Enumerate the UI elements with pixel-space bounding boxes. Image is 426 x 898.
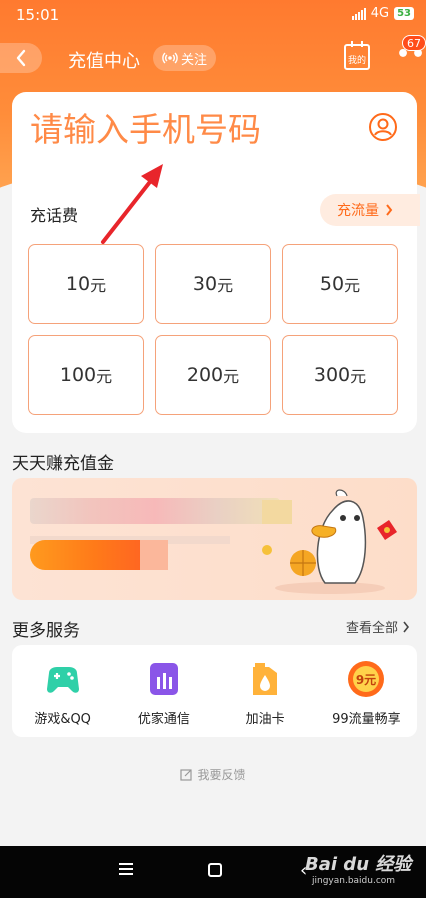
signal-bars-icon (149, 663, 178, 695)
amount-unit: 元 (96, 367, 113, 386)
recent-apps-icon[interactable] (119, 863, 133, 875)
amount-unit: 元 (90, 276, 107, 295)
amount-value: 100 (59, 364, 97, 386)
top-navigation: 充值中心 关注 我的 ••• 67 (0, 35, 426, 78)
amount-unit: 元 (217, 276, 234, 295)
service-games-qq[interactable]: 游戏&QQ (15, 659, 111, 737)
edit-icon (180, 769, 193, 781)
duck-mascot-icon (262, 489, 397, 594)
amount-value: 50 (319, 273, 345, 295)
feedback-label: 我要反馈 (197, 768, 246, 782)
home-icon[interactable] (208, 863, 222, 877)
amount-grid: 10 元 30 元 50 元 100 元 200 元 300 元 (28, 244, 400, 415)
contacts-icon[interactable] (368, 112, 398, 142)
back-button[interactable] (0, 43, 42, 73)
my-orders-button[interactable]: 我的 (344, 41, 370, 70)
chevron-right-icon (403, 621, 410, 632)
service-label: 99流量畅享 (332, 712, 401, 727)
view-all-label: 查看全部 (346, 621, 399, 636)
amount-unit: 元 (350, 367, 367, 386)
services-row: 游戏&QQ 优家通信 加油卡 9元 99流量畅享 (12, 645, 417, 737)
amount-unit: 元 (223, 367, 240, 386)
view-all-link[interactable]: 查看全部 (346, 617, 410, 636)
page-title: 充值中心 (68, 51, 140, 72)
service-fuel-card[interactable]: 加油卡 (217, 659, 313, 737)
fuel-drop-icon (253, 663, 278, 695)
service-99-data[interactable]: 9元 99流量畅享 (318, 659, 414, 737)
service-label: 加油卡 (245, 712, 285, 727)
amount-value: 200 (186, 364, 224, 386)
broadcast-icon (162, 52, 178, 64)
annotation-arrow-icon (101, 164, 163, 244)
amount-option-10[interactable]: 10 元 (28, 244, 144, 324)
amount-value: 300 (313, 364, 351, 386)
battery-icon: 53 (394, 7, 414, 20)
data-recharge-button[interactable]: 充流量 (320, 194, 420, 226)
recharge-card: 充话费 充流量 10元 30元 50元 100元 200元 300元 (12, 92, 420, 433)
service-label: 游戏&QQ (34, 712, 91, 727)
service-label: 优家通信 (137, 712, 190, 727)
nine-yuan-badge-icon: 9元 (348, 661, 385, 697)
gamepad-icon (46, 667, 79, 693)
baidu-watermark: Bai du 经验 (305, 854, 412, 875)
follow-label: 关注 (181, 52, 208, 68)
earn-section-title: 天天赚充值金 (12, 454, 114, 474)
data-recharge-label: 充流量 (337, 203, 379, 219)
feedback-link[interactable]: 我要反馈 (0, 766, 426, 783)
signal-icon (351, 7, 366, 20)
amount-unit: 元 (344, 276, 361, 295)
my-orders-label: 我的 (347, 56, 366, 66)
amount-option-30[interactable]: 30 元 (155, 244, 271, 324)
badge-text: 9元 (356, 673, 376, 687)
chevron-right-icon (386, 204, 393, 216)
chevron-left-icon (16, 49, 26, 67)
service-youjia-telecom[interactable]: 优家通信 (116, 659, 212, 737)
amount-value: 30 (192, 273, 218, 295)
more-services-title: 更多服务 (12, 621, 80, 641)
status-indicators: 4G 53 (351, 6, 414, 21)
blurred-promo-button[interactable] (30, 540, 168, 570)
phone-number-input[interactable] (30, 104, 350, 154)
notification-badge: 67 (402, 35, 426, 51)
follow-button[interactable]: 关注 (153, 45, 217, 71)
status-bar: 15:01 4G 53 (0, 0, 426, 30)
amount-option-50[interactable]: 50 元 (282, 244, 398, 324)
amount-option-300[interactable]: 300 元 (282, 335, 398, 415)
network-type: 4G (370, 6, 390, 21)
amount-value: 10 (65, 273, 91, 295)
amount-option-200[interactable]: 200 元 (155, 335, 271, 415)
blurred-promo-text (30, 498, 280, 524)
earn-banner[interactable] (12, 478, 417, 600)
phone-bill-label: 充话费 (30, 206, 79, 225)
baidu-watermark-url: jingyan.baidu.com (312, 876, 396, 886)
amount-option-100[interactable]: 100 元 (28, 335, 144, 415)
status-time: 15:01 (16, 6, 60, 24)
